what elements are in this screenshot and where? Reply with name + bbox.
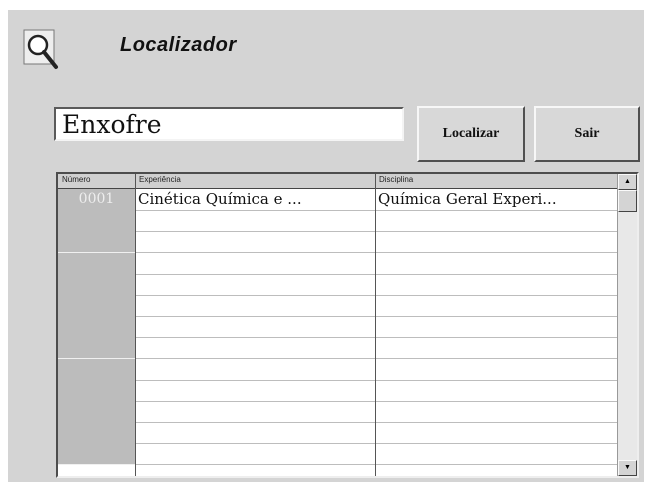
row-experiencia[interactable] xyxy=(138,359,373,380)
column-divider xyxy=(375,174,376,476)
table-row[interactable] xyxy=(58,273,618,296)
row-experiencia[interactable] xyxy=(138,401,373,422)
row-experiencia[interactable] xyxy=(138,231,373,252)
row-numero[interactable] xyxy=(58,358,135,381)
row-numero[interactable] xyxy=(58,295,135,317)
sair-button[interactable]: Sair xyxy=(534,106,640,162)
row-disciplina[interactable] xyxy=(378,253,616,274)
arrow-down-icon[interactable]: ▼ xyxy=(618,460,637,476)
table-row[interactable] xyxy=(58,358,618,381)
row-disciplina[interactable] xyxy=(378,274,616,295)
grid-header: Número Experiência Disciplina xyxy=(58,174,618,189)
row-numero[interactable] xyxy=(58,273,135,296)
row-disciplina[interactable] xyxy=(378,295,616,316)
row-numero[interactable] xyxy=(58,210,135,233)
row-experiencia[interactable] xyxy=(138,295,373,316)
row-numero[interactable] xyxy=(58,401,135,423)
header-numero[interactable]: Número xyxy=(62,175,90,184)
arrow-up-icon[interactable]: ▲ xyxy=(618,174,637,190)
row-experiencia[interactable] xyxy=(138,380,373,401)
row-experiencia[interactable] xyxy=(138,316,373,337)
row-experiencia[interactable] xyxy=(138,422,373,443)
row-experiencia[interactable] xyxy=(138,337,373,358)
row-disciplina[interactable] xyxy=(378,401,616,422)
row-numero[interactable] xyxy=(58,337,135,360)
table-row[interactable] xyxy=(58,210,618,233)
table-row[interactable] xyxy=(58,379,618,402)
row-disciplina[interactable] xyxy=(378,359,616,380)
row-experiencia[interactable] xyxy=(138,443,373,464)
table-row[interactable] xyxy=(58,337,618,360)
column-divider xyxy=(135,174,136,476)
localizar-button[interactable]: Localizar xyxy=(417,106,525,162)
row-numero[interactable]: 0001 xyxy=(58,189,135,211)
row-experiencia[interactable] xyxy=(138,274,373,295)
row-disciplina[interactable]: Química Geral Experi... xyxy=(378,189,616,210)
row-disciplina[interactable] xyxy=(378,380,616,401)
table-row[interactable] xyxy=(58,295,618,317)
row-numero[interactable] xyxy=(58,316,135,339)
search-input[interactable] xyxy=(54,107,404,141)
table-row[interactable] xyxy=(58,316,618,339)
table-row[interactable] xyxy=(58,422,618,445)
row-disciplina[interactable] xyxy=(378,443,616,464)
row-numero[interactable] xyxy=(58,422,135,445)
row-disciplina[interactable] xyxy=(378,210,616,231)
localizador-window: Localizador Localizar Sair Número Experi… xyxy=(8,10,644,482)
row-disciplina[interactable] xyxy=(378,337,616,358)
table-row[interactable]: 0001 Cinética Química e ... Química Geral … xyxy=(58,189,618,211)
table-row[interactable] xyxy=(58,252,618,275)
row-disciplina[interactable] xyxy=(378,231,616,252)
window-title: Localizador xyxy=(120,34,237,56)
vertical-scrollbar[interactable]: ▲ ▼ xyxy=(617,174,637,476)
row-numero[interactable] xyxy=(58,231,135,254)
row-numero[interactable] xyxy=(58,443,135,466)
header-experiencia[interactable]: Experiência xyxy=(139,175,181,184)
results-grid[interactable]: Número Experiência Disciplina 0001 Cinéti… xyxy=(56,172,639,478)
row-numero[interactable] xyxy=(58,252,135,275)
table-row[interactable] xyxy=(58,401,618,423)
row-experiencia[interactable] xyxy=(138,210,373,231)
scroll-thumb[interactable] xyxy=(618,190,637,212)
magnifier-icon xyxy=(23,29,58,69)
table-row[interactable] xyxy=(58,231,618,254)
row-experiencia[interactable] xyxy=(138,253,373,274)
row-disciplina[interactable] xyxy=(378,316,616,337)
row-disciplina[interactable] xyxy=(378,422,616,443)
header-disciplina[interactable]: Disciplina xyxy=(379,175,413,184)
row-experiencia[interactable]: Cinética Química e ... xyxy=(138,189,373,210)
table-row[interactable] xyxy=(58,443,618,466)
row-numero[interactable] xyxy=(58,379,135,402)
